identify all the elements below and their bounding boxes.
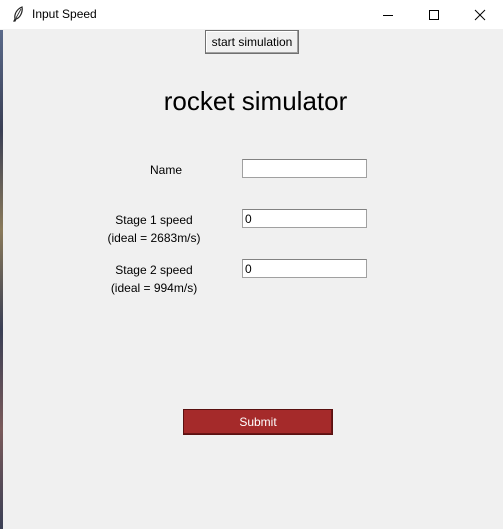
stage1-speed-label-text: Stage 1 speed — [115, 213, 193, 227]
start-simulation-button[interactable]: start simulation — [205, 30, 299, 54]
stage2-speed-label: Stage 2 speed (ideal = 994m/s) — [94, 261, 214, 297]
maximize-icon — [429, 9, 439, 20]
window-title: Input Speed — [32, 7, 97, 21]
stage1-speed-input[interactable] — [242, 209, 367, 228]
name-label: Name — [126, 161, 206, 179]
minimize-button[interactable] — [365, 0, 411, 29]
name-label-text: Name — [149, 163, 182, 177]
page-title: rocket simulator — [163, 86, 348, 116]
close-icon — [474, 9, 486, 20]
submit-button[interactable]: Submit — [183, 409, 333, 435]
stage2-ideal-hint: (ideal = 994m/s) — [110, 281, 198, 295]
stage1-speed-label: Stage 1 speed (ideal = 2683m/s) — [94, 211, 214, 247]
stage1-ideal-hint: (ideal = 2683m/s) — [107, 231, 201, 245]
maximize-button[interactable] — [411, 0, 457, 29]
close-button[interactable] — [457, 0, 503, 29]
minimize-icon — [383, 14, 393, 16]
feather-icon — [12, 6, 24, 22]
app-window: Input Speed start simulation rocket simu… — [0, 0, 503, 529]
name-input[interactable] — [242, 159, 367, 178]
stage2-speed-input[interactable] — [242, 259, 367, 278]
title-bar[interactable]: Input Speed — [0, 0, 503, 29]
stage2-speed-label-text: Stage 2 speed — [115, 263, 193, 277]
